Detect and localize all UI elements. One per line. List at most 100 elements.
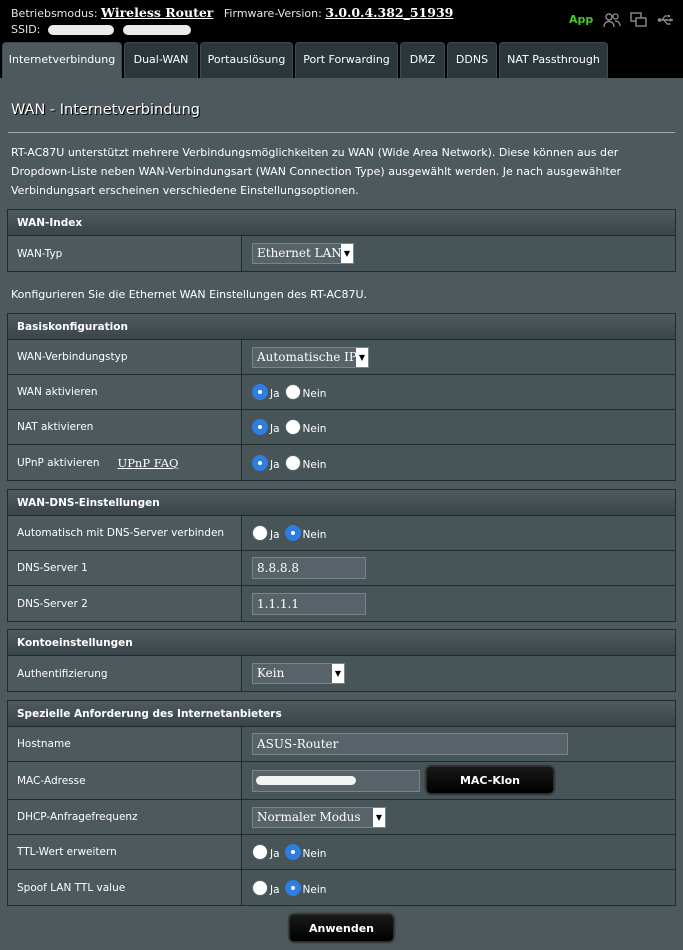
- mode-link[interactable]: Wireless Router: [101, 5, 213, 20]
- mac-redacted: [256, 775, 356, 785]
- apply-button[interactable]: Anwenden: [289, 914, 394, 942]
- ttl-yes-radio[interactable]: Ja: [252, 844, 280, 860]
- spoof-ttl-label: Spoof LAN TTL value: [8, 870, 242, 905]
- wan-enable-row: WAN aktivieren Ja Nein: [8, 375, 675, 410]
- dns2-label: DNS-Server 2: [8, 586, 242, 621]
- no-label: Nein: [302, 848, 327, 860]
- dns1-input[interactable]: 8.8.8.8: [252, 557, 366, 579]
- dns-auto-row: Automatisch mit DNS-Server verbinden Ja …: [8, 516, 675, 551]
- ttl-no-radio[interactable]: Nein: [284, 844, 327, 860]
- dhcp-label: DHCP-Anfragefrequenz: [8, 800, 242, 834]
- yes-label: Ja: [270, 423, 280, 435]
- wan-index-table: WAN-Index WAN-Typ Ethernet LAN ▼: [7, 209, 676, 272]
- account-header: Kontoeinstellungen: [8, 630, 675, 656]
- dns1-label: DNS-Server 1: [8, 551, 242, 585]
- auth-row: Authentifizierung Kein ▼: [8, 656, 675, 691]
- wan-index-header: WAN-Index: [8, 210, 675, 236]
- ssid-redacted-2[interactable]: [123, 25, 192, 35]
- no-label: Nein: [302, 883, 327, 896]
- basic-config-header: Basiskonfiguration: [8, 314, 675, 340]
- wan-enable-yes-radio[interactable]: Ja: [252, 384, 280, 400]
- ssid-line: SSID:: [11, 23, 192, 36]
- tab-ddns[interactable]: DDNS: [447, 42, 497, 78]
- ssid-label: SSID:: [11, 23, 41, 36]
- yes-label: Ja: [270, 883, 280, 896]
- dhcp-value: Normaler Modus: [257, 809, 361, 824]
- users-icon[interactable]: [603, 12, 621, 28]
- mac-clone-button[interactable]: MAC-Klon: [426, 766, 554, 794]
- chevron-down-icon: ▼: [341, 244, 353, 263]
- dns-auto-no-radio[interactable]: Nein: [284, 525, 327, 541]
- hostname-input[interactable]: ASUS-Router: [252, 733, 568, 755]
- firmware-label: Firmware-Version:: [223, 7, 322, 20]
- upnp-no-radio[interactable]: Nein: [284, 454, 327, 471]
- spoof-yes-radio[interactable]: Ja: [252, 879, 280, 896]
- wan-type-value: Ethernet LAN: [257, 246, 342, 260]
- isp-table: Spezielle Anforderung des Internetanbiet…: [7, 700, 676, 906]
- dns2-input[interactable]: 1.1.1.1: [252, 592, 366, 615]
- tab-port-forwarding[interactable]: Port Forwarding: [295, 42, 398, 78]
- firmware-link[interactable]: 3.0.0.4.382_51939: [325, 5, 453, 20]
- wan-enable-no-radio[interactable]: Nein: [284, 384, 327, 400]
- top-status-bar: Betriebsmodus: Wireless Router Firmware-…: [0, 0, 683, 42]
- isp-header: Spezielle Anforderung des Internetanbiet…: [8, 701, 675, 727]
- dhcp-select[interactable]: Normaler Modus ▼: [252, 806, 386, 828]
- usb-icon[interactable]: [657, 12, 675, 28]
- tab-portausloesung[interactable]: Portauslösung: [200, 42, 293, 78]
- wan-type-select[interactable]: Ethernet LAN ▼: [252, 243, 354, 264]
- spoof-ttl-row: Spoof LAN TTL value Ja Nein: [8, 870, 675, 905]
- account-table: Kontoeinstellungen Authentifizierung Kei…: [7, 629, 676, 692]
- auth-value: Kein: [257, 666, 285, 680]
- dns-auto-yes-radio[interactable]: Ja: [252, 525, 280, 541]
- dns2-row: DNS-Server 2 1.1.1.1: [8, 586, 675, 621]
- tab-dmz[interactable]: DMZ: [400, 42, 445, 78]
- no-label: Nein: [302, 458, 327, 471]
- chevron-down-icon: ▼: [356, 347, 368, 367]
- copy-window-icon[interactable]: [630, 12, 648, 28]
- tab-bar: Internetverbindung Dual-WAN Portauslösun…: [0, 42, 683, 78]
- ttl-label: TTL-Wert erweitern: [8, 835, 242, 869]
- page-title: WAN - Internetverbindung: [11, 102, 201, 118]
- mode-label: Betriebsmodus:: [11, 7, 98, 20]
- spoof-no-radio[interactable]: Nein: [284, 879, 327, 896]
- yes-label: Ja: [270, 848, 280, 860]
- upnp-yes-radio[interactable]: Ja: [252, 454, 280, 471]
- tab-internetverbindung[interactable]: Internetverbindung: [2, 42, 122, 78]
- upnp-faq-link[interactable]: UPnP FAQ: [118, 456, 179, 470]
- nat-enable-row: NAT aktivieren Ja Nein: [8, 410, 675, 445]
- ssid-redacted-1[interactable]: [47, 25, 114, 35]
- auth-label: Authentifizierung: [8, 656, 242, 691]
- tab-nat-passthrough[interactable]: NAT Passthrough: [499, 42, 608, 78]
- dns-header: WAN-DNS-Einstellungen: [8, 490, 675, 516]
- hostname-row: Hostname ASUS-Router: [8, 727, 675, 762]
- wan-type-label: WAN-Typ: [8, 236, 242, 271]
- yes-label: Ja: [270, 458, 280, 471]
- nat-enable-yes-radio[interactable]: Ja: [252, 419, 280, 435]
- no-label: Nein: [302, 423, 327, 435]
- no-label: Nein: [302, 529, 327, 541]
- wan-enable-label: WAN aktivieren: [8, 375, 242, 409]
- mac-row: MAC-Adresse MAC-Klon: [8, 762, 675, 800]
- title-divider: [8, 132, 675, 133]
- ethernet-note: Konfigurieren Sie die Ethernet WAN Einst…: [11, 288, 368, 301]
- tab-dual-wan[interactable]: Dual-WAN: [124, 42, 198, 78]
- mac-label: MAC-Adresse: [8, 762, 242, 799]
- upnp-enable-label: UPnP aktivieren UPnP FAQ: [8, 445, 242, 480]
- dhcp-row: DHCP-Anfragefrequenz Normaler Modus ▼: [8, 800, 675, 835]
- ttl-row: TTL-Wert erweitern Ja Nein: [8, 835, 675, 870]
- app-link[interactable]: App: [569, 13, 593, 26]
- mac-address-input[interactable]: [252, 769, 420, 792]
- nat-enable-no-radio[interactable]: Nein: [284, 419, 327, 435]
- mode-line: Betriebsmodus: Wireless Router Firmware-…: [11, 5, 453, 20]
- dns-auto-label: Automatisch mit DNS-Server verbinden: [8, 516, 242, 550]
- basic-config-table: Basiskonfiguration WAN-Verbindungstyp Au…: [7, 313, 676, 481]
- hostname-label: Hostname: [8, 727, 242, 761]
- conn-type-value: Automatische IP: [257, 349, 357, 364]
- upnp-enable-row: UPnP aktivieren UPnP FAQ Ja Nein: [8, 445, 675, 480]
- conn-type-select[interactable]: Automatische IP ▼: [252, 346, 369, 368]
- auth-select[interactable]: Kein ▼: [252, 663, 345, 684]
- dns-table: WAN-DNS-Einstellungen Automatisch mit DN…: [7, 489, 676, 622]
- dns1-row: DNS-Server 1 8.8.8.8: [8, 551, 675, 586]
- no-label: Nein: [302, 388, 327, 400]
- conn-type-row: WAN-Verbindungstyp Automatische IP ▼: [8, 340, 675, 375]
